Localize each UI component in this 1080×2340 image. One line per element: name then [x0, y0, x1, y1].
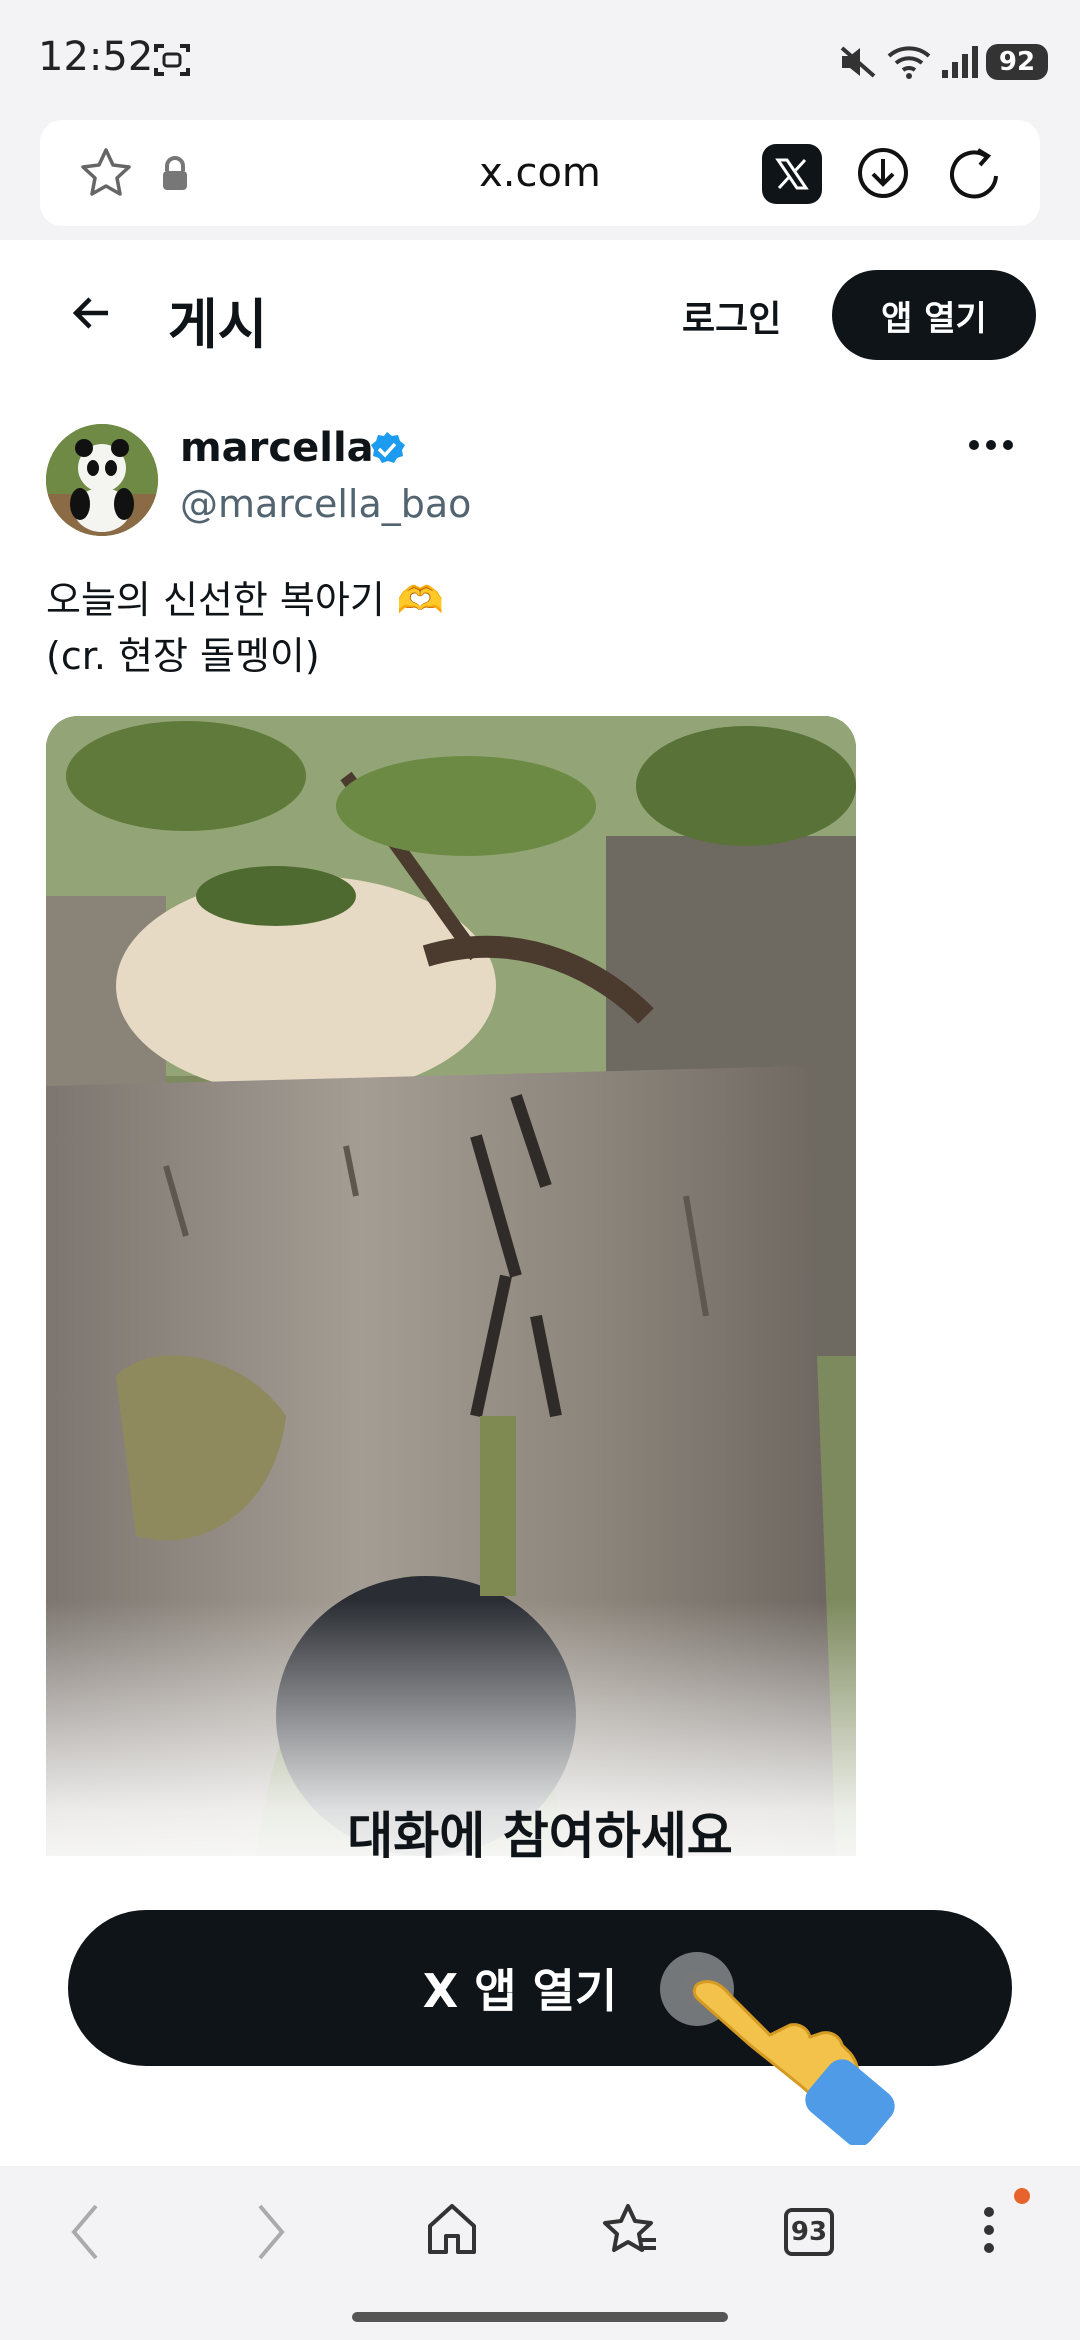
url-text[interactable]: x.com [420, 150, 660, 196]
x-app-button[interactable] [762, 144, 822, 204]
join-conversation-text: 대화에 참여하세요 [347, 1807, 733, 1865]
more-icon[interactable] [968, 438, 1014, 452]
avatar[interactable] [46, 424, 158, 536]
nav-forward-icon[interactable] [250, 2200, 290, 2264]
home-icon[interactable] [424, 2200, 480, 2258]
panda-avatar-image [46, 424, 158, 536]
download-icon[interactable] [856, 146, 910, 200]
home-indicator[interactable] [352, 2312, 728, 2322]
hand-pointer-icon [692, 1980, 895, 2145]
battery-indicator: 92 [986, 44, 1048, 80]
reload-icon[interactable] [946, 144, 1002, 202]
author-name[interactable]: marcella [180, 425, 374, 471]
x-logo-icon [775, 158, 809, 190]
nav-back-icon[interactable] [66, 2200, 106, 2264]
star-icon[interactable] [78, 146, 134, 200]
mute-icon [840, 46, 876, 78]
open-app-button[interactable]: 앱 열기 [832, 270, 1036, 360]
signal-icon [942, 46, 978, 78]
screenshot-icon [154, 44, 190, 76]
open-x-app-label: X 앱 열기 [422, 1964, 618, 2018]
login-link[interactable]: 로그인 [682, 290, 781, 342]
author-handle[interactable]: @marcella_bao [180, 482, 471, 526]
notification-dot [1014, 2188, 1030, 2204]
page-title: 게시 [168, 293, 268, 356]
wifi-icon [887, 46, 931, 79]
lock-icon [163, 156, 187, 190]
post-text: 오늘의 신선한 복아기 🫶 (cr. 현장 돌멩이) [46, 578, 445, 678]
bookmarks-icon[interactable] [600, 2200, 660, 2258]
tabs-icon[interactable]: 93 [784, 2208, 834, 2256]
verified-badge-icon [371, 432, 405, 463]
status-time: 12:52 [38, 34, 154, 80]
menu-icon[interactable] [980, 2200, 998, 2258]
back-arrow-icon[interactable] [68, 290, 114, 336]
